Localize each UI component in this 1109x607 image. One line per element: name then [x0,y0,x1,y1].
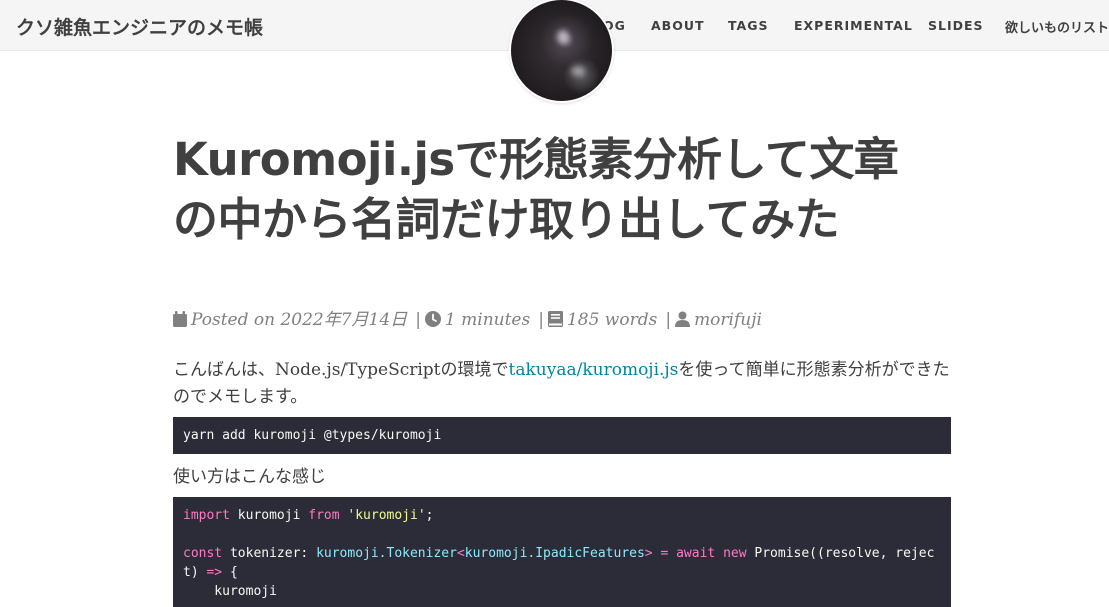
code-keyword: await [668,546,716,561]
code-operator: => [206,565,223,580]
post-meta: Posted on 2022年7月14日 | 1 minutes | 185 wor… [173,305,762,332]
word-count: 185 words [566,310,658,330]
nav-slides[interactable]: SLIDES [928,18,984,33]
clock-icon [424,311,441,332]
meta-separator: | [538,310,544,330]
code-type: kuromoji.IpadicFeatures [464,546,645,561]
meta-separator: | [665,310,672,330]
code-punct: ; [425,508,434,523]
code-punct: { [222,565,238,580]
post-date: Posted on 2022年7月14日 [191,310,408,330]
meta-separator: | [415,310,421,330]
usage-heading: 使い方はこんな感じ [173,467,326,487]
code-keyword: import [183,508,230,523]
install-command: yarn add kuromoji @types/kuromoji [183,428,442,443]
author[interactable]: morifuji [694,310,762,330]
nav-wishlist[interactable]: 欲しいものリスト [1005,17,1109,36]
usage-code-block: import kuromoji from 'kuromoji'; const t… [173,497,951,607]
avatar[interactable] [511,0,612,101]
nav-tags[interactable]: TAGS [728,18,769,33]
code-string: 'kuromoji' [347,508,426,523]
code-type: kuromoji.Tokenizer [316,546,457,561]
page-title: Kuromoji.jsで形態素分析して文章の中から名詞だけ取り出してみた [173,133,899,246]
book-icon [547,311,563,332]
intro-paragraph: こんばんは、Node.js/TypeScriptの環境でtakuyaa/kuro… [173,357,953,411]
site-brand[interactable]: クソ雑魚エンジニアのメモ帳 [16,13,263,40]
kuromoji-link[interactable]: takuyaa/kuromoji.js [509,360,679,380]
code-punct: < [456,546,465,561]
intro-text: こんばんは、Node.js/TypeScriptの環境で [173,360,509,380]
install-code-block: yarn add kuromoji @types/kuromoji [173,417,951,454]
code-ident: Promise((resolve, rejec [746,546,935,561]
code-ident: t) [183,565,207,580]
avatar-highlight-lower [571,66,585,76]
user-icon [675,311,691,332]
code-keyword: new [715,546,747,561]
code-ident: tokenizer: [222,546,317,561]
nav-experimental[interactable]: EXPERIMENTAL [794,18,913,33]
code-punct: > [644,546,661,561]
avatar-highlight [557,30,569,44]
code-ident: kuromoji [229,508,309,523]
code-keyword: const [183,546,223,561]
code-ident: kuromoji [183,584,277,599]
reading-time: 1 minutes [444,310,531,330]
calendar-icon [173,311,187,332]
code-keyword: from [308,508,340,523]
nav-about[interactable]: ABOUT [651,18,705,33]
